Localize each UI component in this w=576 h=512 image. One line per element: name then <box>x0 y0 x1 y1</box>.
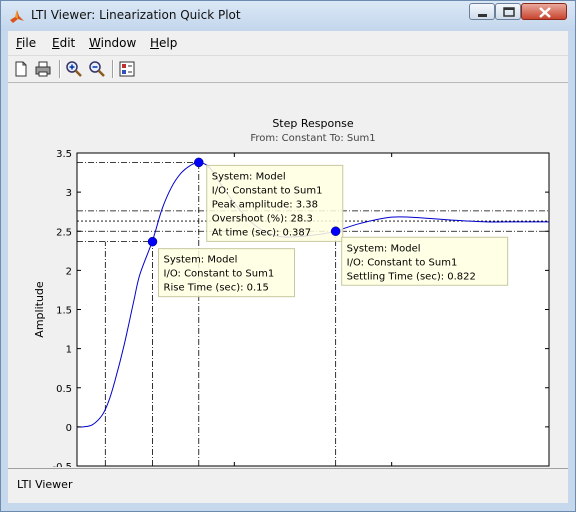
datatip-text: System: Model <box>347 243 421 254</box>
zoom-in-icon[interactable] <box>64 59 84 79</box>
y-tick-label: 2 <box>66 266 72 277</box>
datatip-text: System: Model <box>164 255 238 266</box>
minimize-button[interactable] <box>469 3 495 20</box>
close-icon <box>539 7 551 18</box>
menu-edit[interactable]: Edit <box>52 36 75 50</box>
maximize-icon <box>503 7 515 17</box>
datatip-text: Peak amplitude: 3.38 <box>212 199 318 210</box>
menu-window[interactable]: Window <box>89 36 136 50</box>
datatip-text: I/O: Constant to Sum1 <box>347 257 458 268</box>
close-button[interactable] <box>521 3 567 20</box>
chart-title: Step Response <box>272 117 354 130</box>
plot-configuration-icon[interactable] <box>117 59 137 79</box>
datatip-text: Settling Time (sec): 0.822 <box>347 271 476 282</box>
datatip-text: At time (sec): 0.387 <box>212 227 311 238</box>
status-text: LTI Viewer <box>17 478 73 491</box>
status-bar: LTI Viewer <box>8 470 568 503</box>
y-tick-label: 0.5 <box>56 384 72 395</box>
menu-file[interactable]: File <box>16 36 36 50</box>
y-tick-label: -0.5 <box>52 462 72 467</box>
datatip-text: Rise Time (sec): 0.15 <box>164 283 269 294</box>
y-axis-label: Amplitude <box>33 281 46 338</box>
new-document-icon[interactable] <box>11 59 31 79</box>
chart-subtitle: From: Constant To: Sum1 <box>250 133 375 144</box>
y-tick-label: 3.5 <box>56 149 72 160</box>
print-icon[interactable] <box>33 59 53 79</box>
y-tick-label: 1 <box>66 345 72 356</box>
datatip-marker[interactable] <box>147 236 158 247</box>
window-title: LTI Viewer: Linearization Quick Plot <box>31 8 241 22</box>
datatip-text: I/O: Constant to Sum1 <box>212 185 323 196</box>
datatip-peak[interactable]: System: Model I/O: Constant to Sum1 Peak a… <box>194 157 344 242</box>
figure-area: Step ResponseFrom: Constant To: Sum1Time… <box>8 83 568 500</box>
y-tick-label: 1.5 <box>56 306 72 317</box>
minimize-icon <box>478 14 487 17</box>
datatip-marker[interactable] <box>330 226 341 236</box>
datatip-text: Overshoot (%): 28.3 <box>212 213 313 224</box>
toolbar-separator <box>112 60 114 78</box>
application-window: LTI Viewer: Linearization Quick Plot Fil… <box>0 0 576 512</box>
zoom-out-icon[interactable] <box>87 59 107 79</box>
step-response-chart: Step ResponseFrom: Constant To: Sum1Time… <box>33 117 557 500</box>
datatip-marker[interactable] <box>194 157 204 168</box>
title-bar[interactable]: LTI Viewer: Linearization Quick Plot <box>1 1 575 31</box>
y-tick-label: 2.5 <box>56 227 72 238</box>
menu-help[interactable]: Help <box>150 36 177 50</box>
matlab-logo-icon <box>10 10 24 23</box>
maximize-button[interactable] <box>495 3 521 20</box>
toolbar-separator <box>59 60 61 78</box>
datatip-text: I/O: Constant to Sum1 <box>164 269 275 280</box>
y-tick-label: 3 <box>66 188 72 199</box>
datatip-text: System: Model <box>212 171 286 182</box>
y-tick-label: 0 <box>66 423 72 434</box>
menu-bar: File Edit Window Help <box>8 31 568 55</box>
window-client-area: File Edit Window Help Step Response From… <box>8 31 568 503</box>
toolbar <box>8 55 568 83</box>
